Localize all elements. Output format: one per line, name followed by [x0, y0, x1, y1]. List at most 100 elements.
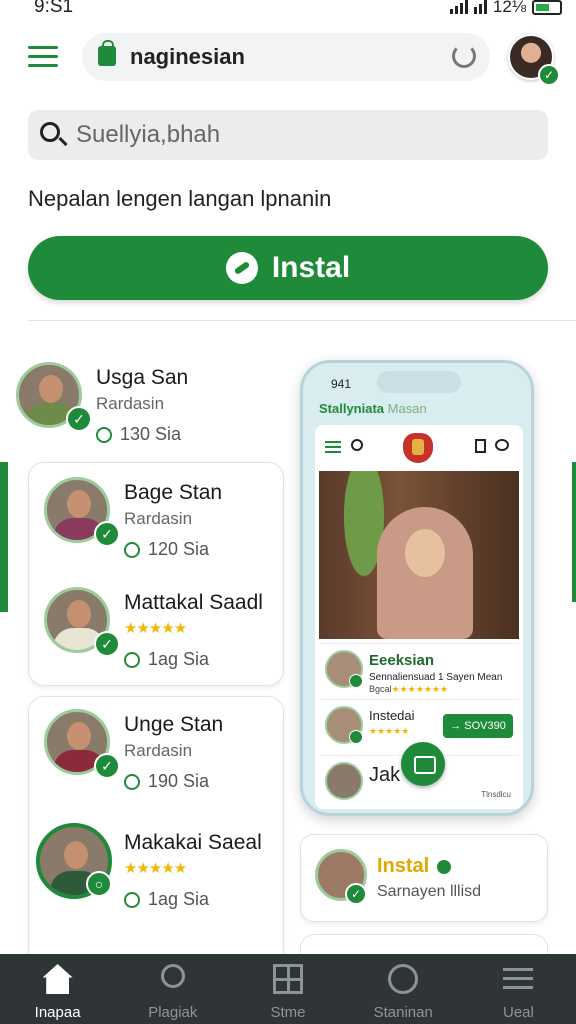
section-subtitle: Nepalan lengen langan lpnanin [28, 186, 332, 211]
bottom-nav: Inapaa Plagiak Stme Staninan Ueal [0, 954, 576, 1024]
search-input[interactable] [76, 118, 516, 152]
search-icon [40, 122, 60, 142]
person-meta: 120 Sia [124, 539, 209, 560]
side-indicator [572, 462, 576, 602]
shopping-bag-icon [98, 40, 116, 66]
install-card-subtitle: Sarnayen lllisd [377, 883, 482, 900]
menu-icon[interactable] [28, 46, 58, 68]
status-time: 9:S1 [34, 0, 74, 17]
person-name: Bage Stan [124, 481, 223, 504]
install-card[interactable]: ✓ Instal Sarnayen lllisd [300, 834, 548, 922]
phone-item-rating: Bgcal★★★★★★★ [369, 684, 448, 694]
phone-item-desc: Sennaliensuad 1 Sayen Mean [369, 672, 503, 683]
person-role: Rardasin [124, 509, 193, 528]
verified-check-icon: ✓ [538, 64, 560, 86]
phone-mockup: 941 Stallyniata Masan Eeeksian Sennalien… [300, 360, 534, 816]
verified-check-icon [349, 674, 363, 688]
person-meta: 190 Sia [124, 771, 209, 792]
nav-item-home[interactable]: Inapaa [0, 954, 115, 1024]
home-icon [42, 964, 73, 994]
leaf-icon [225, 252, 258, 284]
status-ring-icon: ○ [86, 871, 112, 897]
verified-check-icon [349, 730, 363, 744]
person-role: Rardasin [96, 394, 165, 413]
verified-check-icon: ✓ [345, 883, 367, 905]
nav-label: Stme [270, 1004, 306, 1021]
person-meta: 1ag Sia [124, 649, 209, 670]
circle-icon [124, 651, 140, 668]
share-icon [495, 439, 509, 451]
list-item[interactable]: ✓ Unge Stan Rardasin 190 Sia [28, 709, 284, 809]
divider [28, 320, 576, 321]
nav-item-grid[interactable]: Stme [230, 954, 345, 1024]
rating-stars: ★★★★★ [124, 620, 187, 637]
circle-icon [124, 773, 140, 790]
clock-icon [388, 964, 419, 994]
phone-nav-name: Jak [369, 764, 401, 786]
nav-label: Ueal [502, 1004, 534, 1021]
person-card[interactable]: ✓ Unge Stan Rardasin 190 Sia ○ Makakai S… [28, 696, 284, 966]
phone-app-bar [315, 425, 523, 469]
person-card[interactable]: ✓ Bage Stan Rardasin 120 Sia ✓ Mattakal … [28, 462, 284, 686]
person-meta: 130 Sia [96, 424, 181, 445]
phone-item-name: Eeeksian [369, 652, 435, 669]
nav-label: Plagiak [148, 1004, 198, 1021]
nav-item-search[interactable]: Plagiak [115, 954, 230, 1024]
wifi-icon [473, 0, 487, 14]
active-indicator [0, 462, 8, 612]
circle-icon [124, 541, 140, 558]
nav-label: Inapaa [34, 1004, 81, 1021]
bookmark-icon [475, 439, 486, 453]
avatar [325, 762, 363, 800]
person-name: Mattakal Saadl [124, 591, 263, 614]
url-text: naginesian [130, 44, 245, 69]
phone-nav-label: Tlnsdlcu [481, 790, 511, 799]
person-name: Usga San [96, 366, 189, 389]
search-bar[interactable] [28, 110, 548, 160]
crest-logo-icon [403, 433, 433, 463]
list-item[interactable]: ✓ Mattakal Saadl ★★★★★ 1ag Sia [28, 587, 284, 687]
phone-bottom-bar: Jak Tlnsdlcu [319, 742, 519, 807]
rating-stars: ★★★★★ [124, 860, 187, 877]
install-card-title: Instal [377, 855, 451, 878]
list-item[interactable]: ✓ Usga San Rardasin 130 Sia [0, 362, 256, 462]
grid-icon [273, 964, 303, 994]
phone-time: 941 [331, 377, 352, 391]
search-icon [160, 964, 185, 988]
top-app-bar: naginesian ✓ [0, 22, 576, 98]
phone-brand: Stallyniata Masan [319, 401, 427, 416]
reload-icon[interactable] [452, 44, 476, 68]
verified-check-icon: ✓ [94, 521, 120, 547]
phone-item-name: Instedai [369, 708, 415, 723]
nav-item-clock[interactable]: Staninan [346, 954, 461, 1024]
person-meta: 1ag Sia [124, 889, 209, 910]
camera-icon [401, 742, 445, 786]
circle-icon [96, 426, 112, 443]
status-icons: 12⅛ [449, 0, 562, 17]
menu-icon [503, 964, 534, 994]
profile-avatar[interactable]: ✓ [508, 34, 560, 86]
nav-item-menu[interactable]: Ueal [461, 954, 576, 1024]
status-bar: 9:S1 12⅛ [0, 0, 576, 22]
person-role: Rardasin [124, 741, 193, 760]
phone-action-button: → SOV390 [443, 714, 513, 738]
hero-photo [319, 471, 519, 639]
menu-icon [325, 441, 341, 453]
nav-label: Staninan [373, 1004, 433, 1021]
list-item[interactable]: ✓ Bage Stan Rardasin 120 Sia [28, 477, 284, 577]
phone-notch [377, 371, 461, 393]
signal-icon [449, 0, 468, 14]
battery-icon [532, 0, 562, 15]
install-button-label: Instal [271, 251, 351, 284]
battery-percent: 12⅛ [492, 0, 526, 16]
circle-icon [124, 891, 140, 908]
install-button[interactable]: Instal [28, 236, 548, 300]
phone-screen: Eeeksian Sennaliensuad 1 Sayen Mean Bgca… [315, 425, 523, 809]
person-name: Unge Stan [124, 713, 224, 736]
person-name: Makakai Saeal [124, 831, 262, 854]
search-icon [351, 439, 363, 451]
list-item[interactable]: ○ Makakai Saeal ★★★★★ 1ag Sia [28, 823, 284, 927]
url-bar[interactable]: naginesian [82, 33, 490, 81]
verified-check-icon: ✓ [94, 631, 120, 657]
phone-list-item: Eeeksian Sennaliensuad 1 Sayen Mean Bgca… [319, 643, 519, 699]
